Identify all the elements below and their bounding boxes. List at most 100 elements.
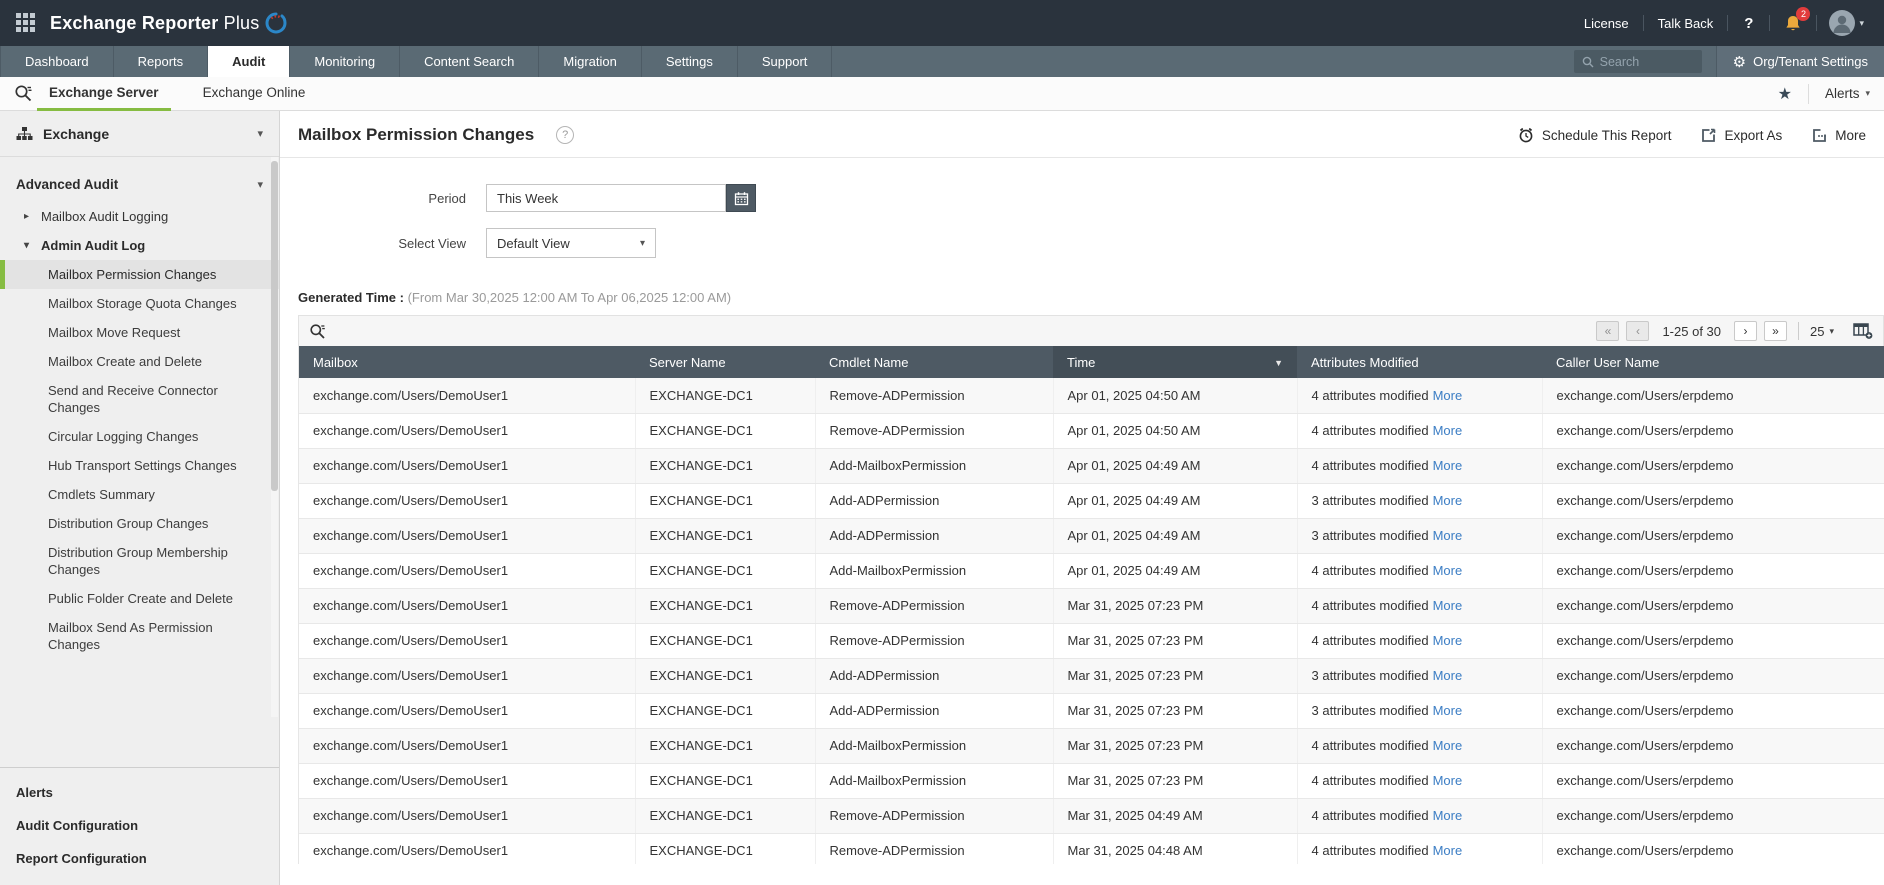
more-link[interactable]: More [1433, 668, 1463, 683]
sidebar-item-distribution-group-membership-changes[interactable]: Distribution Group Membership Changes [0, 538, 279, 584]
tree-collapsed-icon: ▸ [24, 211, 30, 222]
pager-last-button[interactable]: » [1764, 321, 1787, 341]
nav-tab-content-search[interactable]: Content Search [400, 46, 540, 77]
column-chooser-icon[interactable] [1853, 322, 1873, 340]
sidebar-link-alerts[interactable]: Alerts [0, 776, 279, 809]
nav-tab-settings[interactable]: Settings [642, 46, 738, 77]
more-link[interactable]: More [1433, 388, 1463, 403]
more-link[interactable]: More [1433, 738, 1463, 753]
schedule-report-button[interactable]: Schedule This Report [1518, 127, 1671, 143]
tab-exchange-server[interactable]: Exchange Server [37, 77, 171, 111]
cell-attributes-modified: 3 attributes modified More [1297, 658, 1543, 694]
column-header-attributes-modified[interactable]: Attributes Modified [1297, 346, 1542, 378]
sidebar-link-audit-configuration[interactable]: Audit Configuration [0, 809, 279, 842]
notifications-bell-icon[interactable]: 2 [1770, 6, 1816, 33]
sort-desc-icon: ▼ [1274, 357, 1283, 368]
sidebar-item-cmdlets-summary[interactable]: Cmdlets Summary [0, 480, 279, 509]
scrollbar-thumb[interactable] [271, 161, 278, 491]
sidebar-item-send-and-receive-connector-changes[interactable]: Send and Receive Connector Changes [0, 376, 279, 422]
pager-prev-button[interactable]: ‹ [1626, 321, 1650, 341]
cell-cmdlet-name: Remove-ADPermission [815, 833, 1054, 864]
more-link[interactable]: More [1433, 528, 1463, 543]
table-toolbar: « ‹ 1-25 of 30 › » 25 ▾ [298, 315, 1884, 346]
more-link[interactable]: More [1433, 843, 1463, 858]
cell-server-name: EXCHANGE-DC1 [635, 763, 816, 799]
tab-exchange-online[interactable]: Exchange Online [203, 77, 306, 111]
table-search-icon[interactable] [309, 323, 326, 340]
favorite-star-icon[interactable]: ★ [1762, 84, 1808, 104]
cell-cmdlet-name: Add-ADPermission [815, 483, 1054, 519]
talk-back-link[interactable]: Talk Back [1644, 16, 1728, 31]
pager-next-button[interactable]: › [1734, 321, 1757, 341]
cell-mailbox: exchange.com/Users/DemoUser1 [299, 413, 636, 449]
sidebar-item-circular-logging-changes[interactable]: Circular Logging Changes [0, 422, 279, 451]
cell-mailbox: exchange.com/Users/DemoUser1 [299, 693, 636, 729]
sidebar-item-mailbox-move-request[interactable]: Mailbox Move Request [0, 318, 279, 347]
column-header-caller-user-name[interactable]: Caller User Name [1542, 346, 1884, 378]
report-finder-icon[interactable] [0, 84, 49, 103]
sidebar-group-advanced-audit[interactable]: Advanced Audit ▾ [0, 171, 279, 202]
more-link[interactable]: More [1433, 493, 1463, 508]
sidebar-sublist: Mailbox Permission Changes Mailbox Storag… [0, 260, 279, 659]
notification-badge: 2 [1796, 6, 1811, 21]
more-link[interactable]: More [1433, 423, 1463, 438]
pager-first-button[interactable]: « [1596, 321, 1620, 341]
more-link[interactable]: More [1433, 808, 1463, 823]
cell-attributes-modified: 4 attributes modified More [1297, 728, 1543, 764]
nav-search-input[interactable]: Search [1573, 50, 1702, 73]
more-link[interactable]: More [1433, 563, 1463, 578]
period-input[interactable] [486, 184, 726, 212]
nav-tab-support[interactable]: Support [738, 46, 833, 77]
more-link[interactable]: More [1433, 598, 1463, 613]
more-link[interactable]: More [1433, 773, 1463, 788]
sidebar-item-hub-transport-settings-changes[interactable]: Hub Transport Settings Changes [0, 451, 279, 480]
apps-grid-icon[interactable] [16, 13, 36, 33]
cell-cmdlet-name: Add-ADPermission [815, 658, 1054, 694]
sidebar-item-mailbox-storage-quota-changes[interactable]: Mailbox Storage Quota Changes [0, 289, 279, 318]
cell-server-name: EXCHANGE-DC1 [635, 413, 816, 449]
column-header-mailbox[interactable]: Mailbox [299, 346, 635, 378]
nav-tab-dashboard[interactable]: Dashboard [0, 46, 114, 77]
nav-tab-migration[interactable]: Migration [539, 46, 642, 77]
nav-tab-monitoring[interactable]: Monitoring [290, 46, 401, 77]
help-icon[interactable]: ? [1728, 15, 1769, 32]
tree-expanded-icon: ▾ [24, 240, 30, 251]
org-tenant-settings-button[interactable]: ⚙ Org/Tenant Settings [1715, 46, 1884, 77]
sidebar-scrollbar[interactable] [271, 157, 278, 717]
alerts-dropdown[interactable]: Alerts ▾ [1809, 86, 1884, 101]
topbar: Exchange Reporter Plus License Talk Back… [0, 0, 1884, 46]
cell-server-name: EXCHANGE-DC1 [635, 588, 816, 624]
user-avatar[interactable]: ▾ [1817, 10, 1868, 36]
more-link[interactable]: More [1433, 703, 1463, 718]
nav-tab-audit[interactable]: Audit [208, 46, 291, 77]
cell-server-name: EXCHANGE-DC1 [635, 693, 816, 729]
sidebar-item-admin-audit-log[interactable]: ▾ Admin Audit Log [0, 231, 279, 260]
cell-mailbox: exchange.com/Users/DemoUser1 [299, 378, 636, 414]
export-as-button[interactable]: Export As [1701, 128, 1782, 143]
more-actions-button[interactable]: More [1812, 128, 1866, 143]
cell-mailbox: exchange.com/Users/DemoUser1 [299, 483, 636, 519]
pagination: « ‹ 1-25 of 30 › » 25 ▾ [1596, 321, 1873, 341]
cell-time: Mar 31, 2025 04:48 AM [1053, 833, 1298, 864]
column-header-cmdlet-name[interactable]: Cmdlet Name [815, 346, 1053, 378]
column-header-time[interactable]: Time ▼ [1053, 346, 1297, 378]
sidebar-item-mailbox-send-as-permission-changes[interactable]: Mailbox Send As Permission Changes [0, 613, 279, 659]
column-header-server-name[interactable]: Server Name [635, 346, 815, 378]
report-help-icon[interactable]: ? [556, 126, 575, 144]
sidebar-section-exchange[interactable]: Exchange ▾ [0, 111, 279, 157]
sidebar-link-report-configuration[interactable]: Report Configuration [0, 842, 279, 875]
cell-caller-user-name: exchange.com/Users/erpdemo [1542, 518, 1884, 554]
sidebar-item-public-folder-create-and-delete[interactable]: Public Folder Create and Delete [0, 584, 279, 613]
sidebar-item-mailbox-permission-changes[interactable]: Mailbox Permission Changes [0, 260, 279, 289]
more-link[interactable]: More [1433, 458, 1463, 473]
nav-tab-reports[interactable]: Reports [114, 46, 209, 77]
calendar-button[interactable] [726, 184, 756, 212]
sidebar-item-mailbox-create-and-delete[interactable]: Mailbox Create and Delete [0, 347, 279, 376]
cell-attributes-modified: 4 attributes modified More [1297, 378, 1543, 414]
license-link[interactable]: License [1570, 16, 1643, 31]
view-select[interactable]: Default View ▾ [486, 228, 656, 258]
page-size-select[interactable]: 25 ▾ [1810, 324, 1834, 339]
sidebar-item-mailbox-audit-logging[interactable]: ▸ Mailbox Audit Logging [0, 202, 279, 231]
more-link[interactable]: More [1433, 633, 1463, 648]
sidebar-item-distribution-group-changes[interactable]: Distribution Group Changes [0, 509, 279, 538]
